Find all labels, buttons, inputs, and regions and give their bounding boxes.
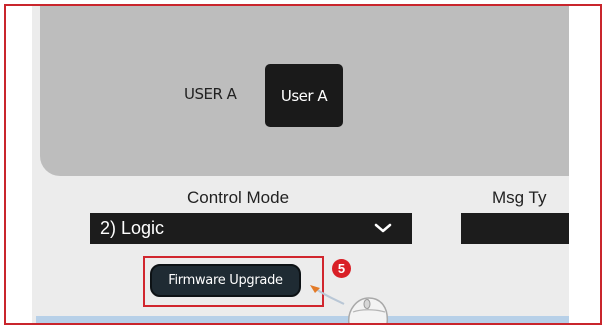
chevron-down-icon [374, 223, 392, 233]
screenshot-frame: USER A User A Control Mode Msg Ty 2) Log… [4, 4, 602, 325]
step-number: 5 [337, 261, 346, 276]
bottom-band [36, 316, 569, 323]
app-window: USER A User A Control Mode Msg Ty 2) Log… [32, 6, 569, 316]
user-a-button-label: User A [280, 86, 328, 105]
left-margin [6, 6, 32, 323]
right-margin [569, 6, 600, 323]
control-mode-value: 2) Logic [100, 218, 165, 238]
pointer-arrow-icon [310, 285, 345, 305]
user-label: USER A [184, 85, 237, 103]
firmware-upgrade-button[interactable]: Firmware Upgrade [150, 264, 301, 297]
control-mode-label: Control Mode [187, 188, 290, 207]
firmware-upgrade-label: Firmware Upgrade [168, 273, 283, 288]
step-badge: 5 [332, 259, 351, 278]
user-a-button[interactable]: User A [265, 64, 343, 127]
msg-type-label: Msg Ty [492, 188, 547, 207]
msg-type-select[interactable] [461, 213, 569, 244]
bottom-white-strip [36, 324, 569, 325]
control-mode-select[interactable]: 2) Logic [90, 213, 412, 244]
mouse-icon [348, 297, 389, 323]
